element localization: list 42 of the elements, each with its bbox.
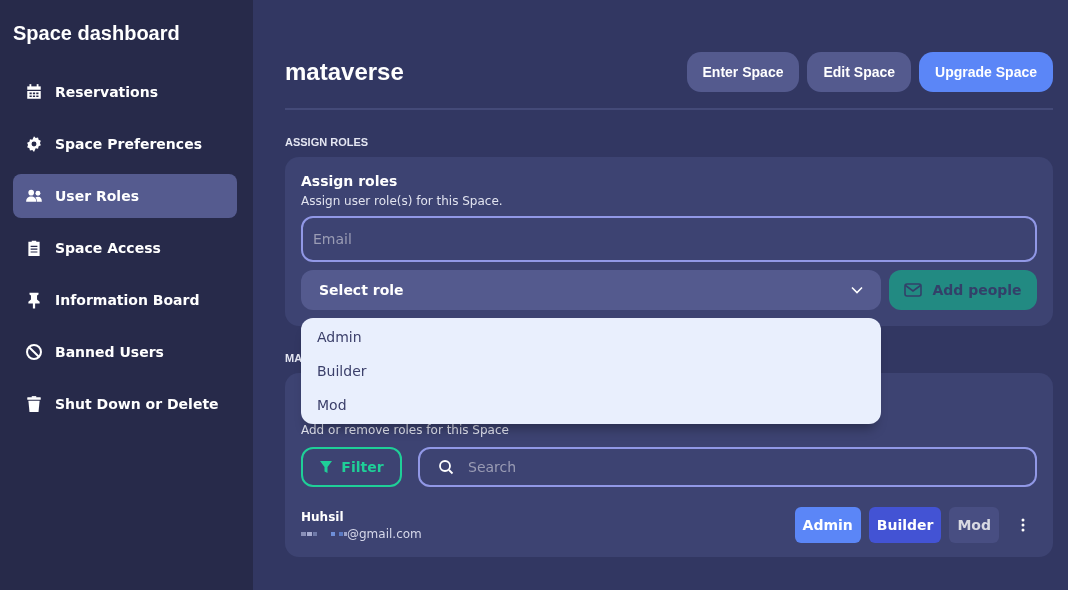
section-label: MA xyxy=(285,352,304,364)
sidebar-item[interactable]: Space Preferences xyxy=(13,122,237,166)
settings-icon xyxy=(25,135,43,153)
user-email: @gmail.com xyxy=(347,526,422,541)
role-toggle[interactable]: Admin xyxy=(794,507,861,543)
trash-icon xyxy=(25,395,43,413)
card-title: Assign roles xyxy=(301,173,399,189)
card-description: Assign user role(s) for this Space. xyxy=(301,194,504,208)
sidebar-item[interactable]: Shut Down or Delete xyxy=(13,382,237,426)
filter-button[interactable]: Filter xyxy=(301,447,402,487)
menu-item[interactable]: Mod xyxy=(301,388,881,422)
space-title: mataverse xyxy=(285,58,404,86)
role-select[interactable]: Select role xyxy=(301,270,881,310)
chevron-icon xyxy=(851,286,863,294)
users-icon xyxy=(25,187,43,205)
sidebar-item[interactable]: Reservations xyxy=(13,70,237,114)
pin-icon xyxy=(25,291,43,309)
ban-icon xyxy=(25,343,43,361)
menu-item[interactable]: Builder xyxy=(301,354,881,388)
header-button[interactable]: Edit Space xyxy=(807,52,912,92)
sidebar-item[interactable]: Banned Users xyxy=(13,330,237,374)
card-description: Add or remove roles for this Space xyxy=(301,423,510,437)
search-icon xyxy=(438,459,454,475)
section-label: ASSIGN ROLES xyxy=(285,136,370,148)
redaction-drawing xyxy=(301,530,347,537)
search-field[interactable]: Search xyxy=(418,447,1037,487)
email-field[interactable]: Email xyxy=(301,216,1037,262)
mail-icon xyxy=(904,283,923,297)
role-toggle[interactable]: Mod xyxy=(949,507,999,543)
user-name: Huhsil xyxy=(301,509,345,524)
sidebar-item[interactable]: User Roles xyxy=(13,174,237,218)
header-button[interactable]: Enter Space xyxy=(686,52,800,92)
sidebar-title: Space dashboard xyxy=(13,22,181,45)
sidebar-item[interactable]: Information Board xyxy=(13,278,237,322)
more-icon[interactable] xyxy=(1021,517,1025,533)
menu-item[interactable]: Admin xyxy=(301,320,881,354)
sidebar-item[interactable]: Space Access xyxy=(13,226,237,270)
role-toggle[interactable]: Builder xyxy=(868,507,942,543)
filter-icon xyxy=(319,460,334,474)
header-button[interactable]: Upgrade Space xyxy=(919,52,1053,92)
clipboard-icon xyxy=(25,239,43,257)
calendar-icon xyxy=(25,83,43,101)
